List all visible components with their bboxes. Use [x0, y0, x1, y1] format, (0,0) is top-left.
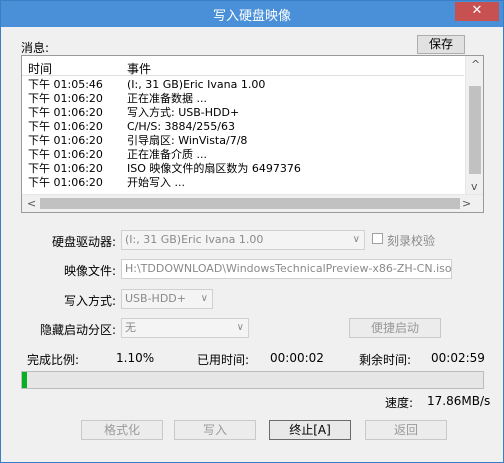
scroll-down-icon[interactable]: v	[471, 180, 478, 193]
row-event: C/H/S: 3884/255/63	[127, 120, 235, 133]
table-row[interactable]: 下午 01:05:46 (I:, 31 GB)Eric Ivana 1.00	[22, 78, 464, 92]
table-row[interactable]: 下午 01:06:20 正在准备数据 ...	[22, 92, 464, 106]
table-row[interactable]: 下午 01:06:20 正在准备介质 ...	[22, 148, 464, 162]
speed-value: 17.86MB/s	[427, 394, 491, 408]
progress-fill	[22, 372, 28, 388]
remaining-label: 剩余时间:	[359, 353, 412, 367]
table-row[interactable]: 下午 01:06:20 C/H/S: 3884/255/63	[22, 120, 464, 134]
hidden-partition-select[interactable]: 无 ∨	[121, 318, 249, 338]
write-mode-label: 写入方式:	[63, 294, 116, 308]
verify-label: 刻录校验	[387, 234, 436, 248]
row-event: ISO 映像文件的扇区数为 6497376	[127, 162, 301, 175]
chevron-down-icon: ∨	[200, 293, 208, 304]
table-row[interactable]: 下午 01:06:20 开始写入 ...	[22, 176, 464, 190]
drive-label: 硬盘驱动器:	[51, 235, 116, 249]
message-rows: 下午 01:05:46 (I:, 31 GB)Eric Ivana 1.00 下午 …	[22, 78, 464, 190]
list-header: 时间 事件	[22, 56, 464, 76]
write-disk-image-window: 写入硬盘映像 ✕ 消息: 保存 时间 事件 下午 01:05:46 (I:, 31…	[0, 0, 504, 463]
image-file-input[interactable]: H:\TDDOWNLOAD\WindowsTechnicalPreview-x8…	[121, 259, 452, 279]
row-event: 正在准备数据 ...	[127, 92, 207, 105]
message-list[interactable]: 时间 事件 下午 01:05:46 (I:, 31 GB)Eric Ivana 1…	[21, 55, 484, 213]
row-event: 开始写入 ...	[127, 176, 185, 189]
row-time: 下午 01:06:20	[28, 106, 103, 119]
remaining-value: 00:02:59	[431, 351, 485, 365]
table-row[interactable]: 下午 01:06:20 写入方式: USB-HDD+	[22, 106, 464, 120]
column-event[interactable]: 事件	[127, 60, 151, 77]
chevron-down-icon: ∨	[352, 234, 360, 245]
vertical-scroll-thumb[interactable]	[469, 86, 481, 174]
table-row[interactable]: 下午 01:06:20 引导扇区: WinVista/7/8	[22, 134, 464, 148]
scroll-right-icon[interactable]: >	[462, 197, 471, 210]
image-file-label: 映像文件:	[63, 264, 116, 278]
row-time: 下午 01:05:46	[28, 78, 103, 91]
elapsed-value: 00:00:02	[270, 351, 324, 365]
chevron-down-icon: ∨	[236, 322, 244, 333]
scroll-up-icon[interactable]: ^	[471, 58, 480, 71]
title-bar[interactable]: 写入硬盘映像 ✕	[1, 1, 503, 27]
easy-boot-button[interactable]: 便捷启动	[349, 318, 441, 338]
drive-select[interactable]: (I:, 31 GB)Eric Ivana 1.00 ∨	[121, 230, 365, 250]
window-title: 写入硬盘映像	[212, 9, 291, 24]
hidden-partition-value: 无	[125, 321, 136, 334]
row-time: 下午 01:06:20	[28, 92, 103, 105]
row-time: 下午 01:06:20	[28, 162, 103, 175]
back-button[interactable]: 返回	[365, 420, 447, 440]
row-time: 下午 01:06:20	[28, 176, 103, 189]
save-button[interactable]: 保存	[417, 35, 465, 54]
row-time: 下午 01:06:20	[28, 134, 103, 147]
row-time: 下午 01:06:20	[28, 148, 103, 161]
write-mode-value: USB-HDD+	[125, 292, 186, 305]
row-event: (I:, 31 GB)Eric Ivana 1.00	[127, 78, 266, 91]
close-button[interactable]: ✕	[455, 2, 499, 21]
stop-button[interactable]: 终止[A]	[269, 420, 351, 440]
horizontal-scrollbar[interactable]: < >	[22, 194, 483, 212]
format-button[interactable]: 格式化	[81, 420, 163, 440]
verify-checkbox[interactable]	[372, 233, 383, 244]
horizontal-scroll-thumb[interactable]	[40, 198, 460, 209]
row-event: 引导扇区: WinVista/7/8	[127, 134, 248, 147]
scroll-left-icon[interactable]: <	[27, 197, 36, 210]
elapsed-label: 已用时间:	[197, 353, 250, 367]
percent-label: 完成比例:	[27, 353, 80, 367]
progress-bar	[21, 371, 484, 389]
write-button[interactable]: 写入	[174, 420, 256, 440]
row-event: 写入方式: USB-HDD+	[127, 106, 240, 119]
row-event: 正在准备介质 ...	[127, 148, 207, 161]
column-time[interactable]: 时间	[28, 60, 52, 77]
hidden-partition-label: 隐藏启动分区:	[39, 323, 116, 337]
table-row[interactable]: 下午 01:06:20 ISO 映像文件的扇区数为 6497376	[22, 162, 464, 176]
row-time: 下午 01:06:20	[28, 120, 103, 133]
write-mode-select[interactable]: USB-HDD+ ∨	[121, 289, 213, 309]
messages-label: 消息:	[21, 41, 50, 55]
speed-label: 速度:	[385, 396, 414, 410]
vertical-scrollbar[interactable]: ^ v	[465, 56, 483, 196]
drive-value: (I:, 31 GB)Eric Ivana 1.00	[125, 233, 264, 246]
percent-value: 1.10%	[116, 351, 155, 365]
